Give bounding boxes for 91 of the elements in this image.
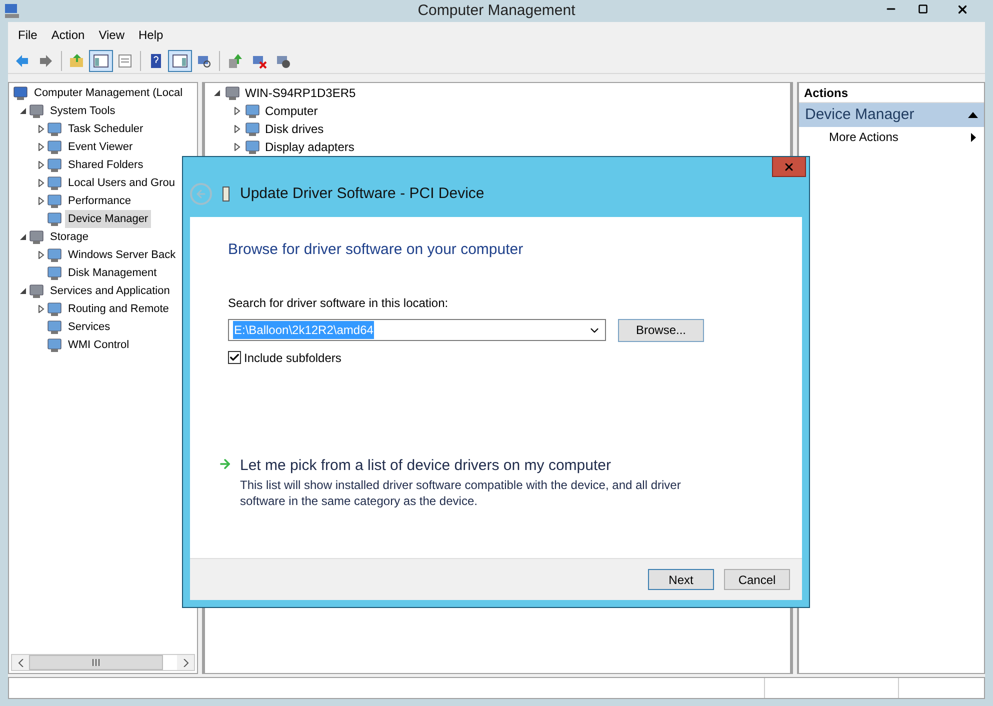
expand-arrow-icon[interactable] xyxy=(37,125,45,133)
toolbar-button[interactable] xyxy=(89,50,113,72)
node-icon xyxy=(245,103,261,119)
submenu-arrow-icon xyxy=(971,132,976,142)
device-icon xyxy=(222,186,230,202)
tree-item[interactable]: Disk Management xyxy=(65,264,160,282)
section-header[interactable]: Device Manager xyxy=(799,103,984,127)
tree-item[interactable]: System Tools xyxy=(47,102,118,120)
node-icon xyxy=(245,121,261,137)
dialog-heading: Browse for driver software on your computer xyxy=(228,240,524,260)
tree-item[interactable]: Performance xyxy=(65,192,134,210)
node-icon xyxy=(47,175,63,191)
scroll-track[interactable] xyxy=(163,655,177,670)
arrow-right-icon xyxy=(218,456,232,470)
expand-arrow-icon[interactable] xyxy=(37,143,45,151)
expand-arrow-icon[interactable] xyxy=(233,107,241,115)
close-icon xyxy=(956,2,968,16)
help-icon xyxy=(148,52,164,68)
node-icon xyxy=(47,319,63,335)
dialog-title: Update Driver Software - PCI Device xyxy=(240,184,484,204)
field-label: Search for driver software in this location: xyxy=(228,294,450,312)
tree-item[interactable]: Services and Application xyxy=(47,282,173,300)
menu-item[interactable]: Help xyxy=(132,26,170,44)
scroll-thumb[interactable] xyxy=(29,655,163,670)
node-icon xyxy=(29,283,45,299)
check-icon xyxy=(229,352,240,363)
expand-arrow-icon[interactable] xyxy=(37,305,45,313)
node-icon xyxy=(29,103,45,119)
menu-item[interactable]: File xyxy=(12,26,44,44)
sheet-icon xyxy=(117,52,133,68)
up-icon xyxy=(69,52,85,68)
tree-item[interactable]: Device Manager xyxy=(65,210,152,228)
node-icon xyxy=(47,337,63,353)
tree-item[interactable]: Shared Folders xyxy=(65,156,146,174)
menu-item[interactable]: View xyxy=(92,26,130,44)
expand-arrow-icon[interactable] xyxy=(233,143,241,151)
tree-item[interactable]: Windows Server Back xyxy=(65,246,179,264)
tree-item[interactable]: Computer Management (Local xyxy=(31,84,186,102)
dialog-button[interactable]: Next xyxy=(648,569,714,590)
tree-item[interactable]: WMI Control xyxy=(65,336,132,354)
tree-icon xyxy=(93,52,109,68)
node-icon xyxy=(47,193,63,209)
node-icon xyxy=(47,301,63,317)
menu-item[interactable]: Action xyxy=(45,26,91,44)
node-icon xyxy=(245,139,261,155)
tree-item[interactable]: Disk drives xyxy=(265,120,324,138)
horizontal-scrollbar[interactable] xyxy=(11,654,195,671)
node-icon xyxy=(47,211,63,227)
tree-item[interactable]: Storage xyxy=(47,228,92,246)
node-icon xyxy=(13,85,29,101)
collapse-arrow-icon[interactable] xyxy=(213,89,221,97)
tree-item[interactable]: Local Users and Grou xyxy=(65,174,178,192)
expand-arrow-icon[interactable] xyxy=(37,179,45,187)
expand-arrow-icon[interactable] xyxy=(37,161,45,169)
expand-arrow-icon[interactable] xyxy=(37,197,45,205)
tree-item[interactable]: Event Viewer xyxy=(65,138,136,156)
close-icon xyxy=(783,160,795,172)
dialog-button[interactable]: Cancel xyxy=(724,569,790,590)
link-description: This list will show installed driver software compatible with the device, and all driver software in the same category as the device. xyxy=(240,477,682,509)
window-title: Computer Management xyxy=(418,0,576,21)
app-icon xyxy=(4,3,20,19)
checkbox[interactable] xyxy=(228,351,241,364)
forward-icon xyxy=(38,52,54,68)
tree-item[interactable]: Task Scheduler xyxy=(65,120,146,138)
tree-item[interactable]: Services xyxy=(65,318,114,336)
node-icon xyxy=(47,157,63,173)
toolbar-button[interactable] xyxy=(168,50,192,72)
expand-arrow-icon[interactable] xyxy=(37,251,45,259)
back-icon xyxy=(195,188,207,200)
node-icon xyxy=(29,229,45,245)
back-icon xyxy=(14,52,30,68)
node-icon xyxy=(47,139,63,155)
update-icon xyxy=(227,52,243,68)
tree-item[interactable]: Routing and Remote xyxy=(65,300,172,318)
browse-button[interactable]: Browse... xyxy=(618,318,704,342)
collapse-arrow-icon[interactable] xyxy=(19,233,27,241)
checkbox-label: Include subfolders xyxy=(244,350,342,366)
tree-item[interactable]: Display adapters xyxy=(265,138,354,156)
collapse-arrow-icon[interactable] xyxy=(19,287,27,295)
tree-item[interactable]: Computer xyxy=(265,102,318,120)
pane-icon xyxy=(172,52,188,68)
action-link[interactable]: More Actions xyxy=(829,128,898,146)
tree-item[interactable]: WIN-S94RP1D3ER5 xyxy=(245,84,356,102)
maximize-icon xyxy=(918,4,928,14)
collapse-arrow-icon[interactable] xyxy=(19,107,27,115)
node-icon xyxy=(225,85,241,101)
expand-arrow-icon[interactable] xyxy=(233,125,241,133)
node-icon xyxy=(47,247,63,263)
driver-list-link[interactable]: Let me pick from a list of device drivers on my computer xyxy=(240,454,700,477)
node-icon xyxy=(47,121,63,137)
node-icon xyxy=(47,265,63,281)
